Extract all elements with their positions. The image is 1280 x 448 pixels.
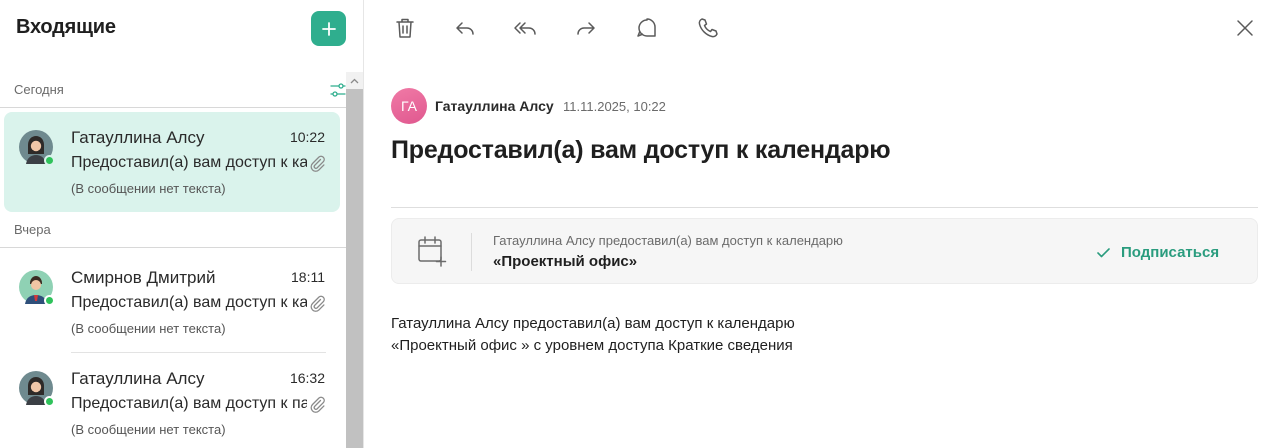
mail-sender: Гатауллина Алсу — [71, 128, 205, 147]
reply-all-icon — [514, 22, 536, 35]
online-status-dot — [44, 396, 55, 407]
header-divider — [391, 207, 1258, 208]
avatar — [19, 130, 55, 166]
reply-all-button[interactable] — [509, 12, 541, 44]
chat-button[interactable] — [631, 12, 663, 44]
delete-button[interactable] — [389, 12, 421, 44]
message-view: ГА Гатауллина Алсу 11.11.2025, 10:22 Пре… — [365, 0, 1280, 448]
group-label: Вчера — [14, 222, 51, 237]
message-date: 11.11.2025, 10:22 — [563, 99, 666, 114]
group-header-today: Сегодня — [0, 72, 346, 108]
reply-button[interactable] — [449, 12, 481, 44]
plus-icon — [321, 21, 336, 36]
list-item[interactable]: Смирнов Дмитрий 18:11 Предоставил(а) вам… — [4, 252, 340, 352]
online-status-dot — [44, 155, 55, 166]
online-status-dot — [44, 295, 55, 306]
message-sender[interactable]: Гатауллина Алсу — [435, 98, 554, 114]
compose-button[interactable] — [311, 11, 346, 46]
close-button[interactable] — [1229, 12, 1261, 44]
mail-time: 18:11 — [291, 269, 325, 285]
invite-calendar-name: «Проектный офис» — [493, 253, 638, 270]
mail-preview: (В сообщении нет текста) — [71, 422, 226, 437]
body-line: «Проектный офис » с уровнем доступа Крат… — [391, 337, 793, 354]
attachment-icon — [310, 295, 325, 312]
message-subject: Предоставил(а) вам доступ к календарю — [391, 136, 891, 164]
forward-button[interactable] — [570, 12, 602, 44]
calendar-add-icon — [418, 236, 447, 267]
chevron-up-icon — [350, 78, 359, 83]
invite-description: Гатауллина Алсу предоставил(а) вам досту… — [493, 233, 843, 248]
page-title: Входящие — [16, 16, 116, 38]
calendar-invite-card: Гатауллина Алсу предоставил(а) вам досту… — [391, 218, 1258, 284]
mail-subject: Предоставил(а) вам доступ к календарю — [71, 294, 307, 311]
attachment-icon — [310, 396, 325, 413]
sender-avatar[interactable]: ГА — [391, 88, 427, 124]
mail-subject: Предоставил(а) вам доступ к календарю — [71, 154, 307, 171]
message-list: Сегодня Гатауллина Алсу 10:22 Предостави… — [0, 72, 346, 448]
attachment-icon — [310, 155, 325, 172]
scroll-thumb[interactable] — [346, 89, 363, 448]
reply-icon — [456, 22, 474, 35]
avatar — [19, 371, 55, 407]
phone-icon — [698, 18, 718, 38]
subscribe-button[interactable]: Подписаться — [1096, 241, 1219, 263]
mail-preview: (В сообщении нет текста) — [71, 321, 226, 336]
check-icon — [1097, 247, 1110, 257]
forward-icon — [577, 22, 595, 35]
mail-time: 10:22 — [289, 129, 325, 145]
mail-sender: Смирнов Дмитрий — [71, 268, 216, 287]
sidebar: Входящие Сегодня Гатауллина Алсу 10:22 П… — [0, 0, 364, 448]
trash-icon — [396, 18, 414, 38]
close-icon — [1237, 20, 1253, 36]
list-item[interactable]: Гатауллина Алсу 16:32 Предоставил(а) вам… — [4, 353, 340, 448]
message-body: Гатауллина Алсу предоставил(а) вам досту… — [391, 313, 795, 357]
chat-icon — [637, 18, 656, 37]
call-button[interactable] — [692, 12, 724, 44]
body-line: Гатауллина Алсу предоставил(а) вам досту… — [391, 315, 795, 332]
mail-subject: Предоставил(а) вам доступ к папке — [71, 395, 307, 412]
group-label: Сегодня — [14, 82, 64, 97]
mail-preview: (В сообщении нет текста) — [71, 181, 226, 196]
filter-settings-icon[interactable] — [330, 82, 346, 98]
subscribe-label: Подписаться — [1121, 243, 1220, 261]
scroll-up-button[interactable] — [346, 72, 363, 89]
sidebar-header: Входящие — [0, 0, 364, 60]
list-scrollbar[interactable] — [346, 72, 363, 448]
list-item[interactable]: Гатауллина Алсу 10:22 Предоставил(а) вам… — [4, 112, 340, 212]
mail-time: 16:32 — [289, 370, 325, 386]
card-separator — [471, 233, 472, 271]
avatar — [19, 270, 55, 306]
group-header-yesterday: Вчера — [0, 212, 346, 248]
mail-sender: Гатауллина Алсу — [71, 369, 205, 388]
